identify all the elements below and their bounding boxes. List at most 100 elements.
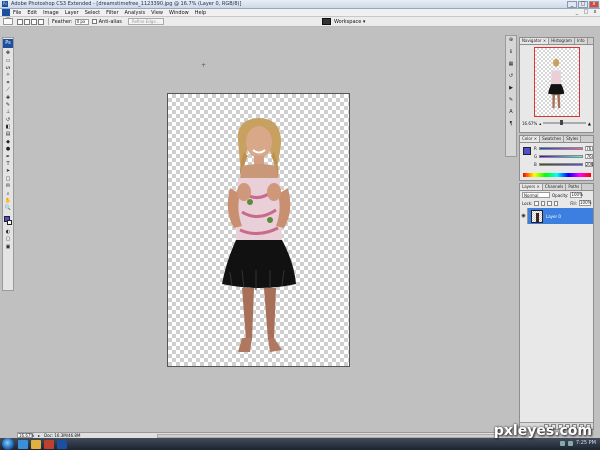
- color-spectrum-ramp[interactable]: [523, 173, 591, 177]
- tab-info[interactable]: Info: [574, 38, 588, 44]
- doc-close-button[interactable]: x: [591, 9, 599, 16]
- doc-restore-button[interactable]: □: [582, 9, 590, 16]
- fill-input[interactable]: 100%: [578, 200, 591, 206]
- type-tool[interactable]: T: [3, 161, 13, 168]
- history-icon[interactable]: ↺: [506, 72, 516, 81]
- lock-image-icon[interactable]: [540, 200, 546, 206]
- gradient-tool[interactable]: ▤: [3, 131, 13, 138]
- blend-mode-select[interactable]: Normal: [522, 192, 550, 198]
- move-tool[interactable]: ✥: [3, 50, 13, 57]
- intersect-selection-icon[interactable]: [38, 18, 44, 25]
- document-canvas[interactable]: [167, 93, 350, 367]
- tool-preset-picker[interactable]: ⌒: [3, 18, 13, 25]
- navigator-icon[interactable]: ⊕: [506, 36, 516, 45]
- zoom-out-icon[interactable]: ▴: [539, 121, 541, 126]
- navigator-zoom-slider[interactable]: [543, 120, 586, 125]
- background-color-swatch[interactable]: [7, 219, 12, 225]
- menu-view[interactable]: View: [151, 10, 163, 16]
- menu-help[interactable]: Help: [195, 10, 206, 16]
- layer-row[interactable]: ◉ Layer 0: [520, 208, 593, 224]
- refine-edge-button[interactable]: Refine Edge...: [127, 18, 164, 25]
- menu-image[interactable]: Image: [43, 10, 59, 16]
- eyedropper-tool[interactable]: ⌕: [3, 190, 13, 197]
- tab-swatches[interactable]: Swatches: [540, 136, 565, 142]
- dodge-tool[interactable]: ●: [3, 146, 13, 153]
- magic-wand-tool[interactable]: ✧: [3, 72, 13, 79]
- channel-value-r[interactable]: 76: [584, 146, 593, 151]
- add-selection-icon[interactable]: [24, 18, 30, 25]
- doc-minimize-button[interactable]: _: [573, 9, 581, 16]
- bridge-icon[interactable]: [322, 18, 331, 25]
- ps-menu-icon[interactable]: [2, 9, 10, 16]
- full-screen-icon[interactable]: ▣: [3, 243, 13, 250]
- eye-icon[interactable]: ◉: [520, 208, 528, 224]
- channel-slider-g[interactable]: [539, 155, 584, 158]
- navigator-preview[interactable]: [534, 47, 580, 117]
- crop-tool[interactable]: ⌗: [3, 80, 13, 87]
- marquee-tool[interactable]: ▭: [3, 57, 13, 64]
- tab-navigator[interactable]: Navigator ×: [520, 38, 550, 44]
- history-brush-tool[interactable]: ↺: [3, 117, 13, 124]
- swatches-icon[interactable]: ▦: [506, 60, 516, 69]
- lock-position-icon[interactable]: [547, 200, 552, 206]
- color-foreground-swatch[interactable]: [523, 147, 531, 155]
- document-area[interactable]: +: [17, 27, 501, 431]
- screen-mode-icon[interactable]: ▢: [3, 236, 13, 243]
- menu-file[interactable]: File: [13, 10, 21, 16]
- photoshop-taskbar-icon[interactable]: [57, 439, 67, 449]
- zoom-tool[interactable]: 🔍: [3, 205, 13, 212]
- menu-window[interactable]: Window: [169, 10, 189, 16]
- blur-tool[interactable]: ◆: [3, 139, 13, 146]
- notes-tool[interactable]: ✉: [3, 183, 13, 190]
- navigator-slider-knob[interactable]: [560, 120, 564, 125]
- antialias-checkbox[interactable]: [91, 19, 97, 24]
- minimize-button[interactable]: _: [567, 1, 577, 8]
- character-icon[interactable]: A: [506, 108, 516, 117]
- clone-stamp-tool[interactable]: ⊥: [3, 109, 13, 116]
- clock[interactable]: 7:25 PM: [576, 440, 596, 446]
- subtract-selection-icon[interactable]: [31, 18, 37, 25]
- tab-layers[interactable]: Layers ×: [520, 184, 543, 190]
- tab-histogram[interactable]: Histogram: [549, 38, 575, 44]
- healing-brush-tool[interactable]: ✚: [3, 94, 13, 101]
- opacity-input[interactable]: 100%: [570, 192, 583, 198]
- feather-input[interactable]: 0 px: [74, 18, 89, 25]
- shape-tool[interactable]: □: [3, 176, 13, 183]
- volume-icon[interactable]: [567, 440, 573, 446]
- lasso-tool[interactable]: ᔕ: [3, 65, 13, 72]
- maximize-button[interactable]: □: [578, 1, 588, 8]
- tab-color[interactable]: Color ×: [520, 136, 541, 142]
- workspace-dropdown[interactable]: Workspace ▾: [334, 19, 365, 25]
- tab-channels[interactable]: Channels: [542, 184, 567, 190]
- path-selection-tool[interactable]: ➤: [3, 168, 13, 175]
- channel-slider-r[interactable]: [538, 147, 583, 150]
- zoom-in-icon[interactable]: ▲: [588, 121, 591, 126]
- brush-tool[interactable]: ✎: [3, 102, 13, 109]
- actions-icon[interactable]: ▶: [506, 84, 516, 93]
- channel-slider-b[interactable]: [538, 163, 583, 166]
- media-taskbar-icon[interactable]: [44, 439, 54, 449]
- quick-mask-icon[interactable]: ◐: [3, 229, 13, 236]
- tab-styles[interactable]: Styles: [564, 136, 582, 142]
- explorer-taskbar-icon[interactable]: [31, 439, 41, 449]
- info-icon[interactable]: ℹ: [506, 48, 516, 57]
- network-icon[interactable]: [559, 440, 565, 446]
- brushes-icon[interactable]: ✎: [506, 96, 516, 105]
- ie-taskbar-icon[interactable]: [18, 439, 28, 449]
- menu-analysis[interactable]: Analysis: [125, 10, 146, 16]
- channel-value-b[interactable]: 206: [584, 162, 593, 167]
- pen-tool[interactable]: ✒: [3, 153, 13, 160]
- navigator-zoom-value[interactable]: 16.67%: [522, 121, 537, 126]
- eraser-tool[interactable]: ◧: [3, 124, 13, 131]
- new-selection-icon[interactable]: [17, 18, 23, 25]
- tab-paths[interactable]: Paths: [566, 184, 583, 190]
- lock-all-icon[interactable]: [553, 200, 559, 206]
- channel-value-g[interactable]: 76: [585, 154, 594, 159]
- menu-select[interactable]: Select: [85, 10, 100, 16]
- menu-edit[interactable]: Edit: [27, 10, 37, 16]
- start-button[interactable]: [2, 438, 14, 450]
- paragraph-icon[interactable]: ¶: [506, 120, 516, 129]
- layer-name[interactable]: Layer 0: [546, 214, 561, 219]
- menu-layer[interactable]: Layer: [65, 10, 79, 16]
- menu-filter[interactable]: Filter: [106, 10, 118, 16]
